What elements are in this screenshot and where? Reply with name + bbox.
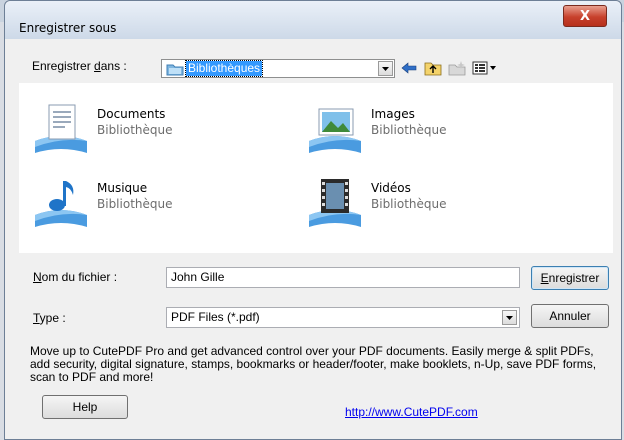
help-button[interactable]: Help [42,395,128,419]
library-name: Musique [97,181,148,195]
library-name: Documents [97,107,166,121]
save-in-value: Bibliothèques [184,60,264,77]
file-type-select[interactable]: PDF Files (*.pdf) [166,307,520,328]
save-button[interactable]: Enregistrer [531,266,609,290]
dialog-title: Enregistrer sous [19,21,117,35]
library-item-images[interactable]: Images Bibliothèque [307,101,567,163]
file-type-value: PDF Files (*.pdf) [171,310,260,324]
library-item-music[interactable]: Musique Bibliothèque [33,175,293,237]
promo-text: Move up to CutePDF Pro and get advanced … [30,344,597,384]
up-folder-icon[interactable] [423,59,443,77]
documents-library-icon [35,104,87,153]
library-view: Documents Bibliothèque Images Bibliothèq… [19,83,613,253]
library-type: Bibliothèque [371,197,447,211]
file-name-label: Nom du fichier : [33,270,118,284]
save-in-label: Enregistrer dans : [32,59,127,73]
library-type: Bibliothèque [97,123,173,137]
library-name: Images [371,107,415,121]
cutepdf-link[interactable]: http://www.CutePDF.com [345,405,478,419]
chevron-down-icon[interactable] [502,310,517,325]
file-type-label: Type : [33,311,66,325]
library-name: Vidéos [371,181,411,195]
libraries-folder-icon [166,64,184,76]
dialog-body: Enregistrer dans : Bibliothèques Documen… [11,39,615,439]
music-library-icon [35,181,87,227]
view-menu-icon[interactable] [471,59,499,77]
images-library-icon [309,108,361,153]
new-folder-icon[interactable] [447,59,467,77]
chevron-down-icon[interactable] [378,61,393,76]
save-in-dropdown[interactable]: Bibliothèques [161,59,395,78]
library-type: Bibliothèque [371,123,447,137]
videos-library-icon [309,179,361,227]
cancel-button[interactable]: Annuler [531,304,609,328]
back-arrow-icon[interactable] [399,59,419,77]
close-button[interactable]: X [563,5,607,27]
title-bar[interactable]: Enregistrer sous X [5,1,621,39]
library-item-documents[interactable]: Documents Bibliothèque [33,101,293,163]
save-as-dialog: Enregistrer sous X Enregistrer dans : Bi… [4,0,622,440]
file-name-input[interactable]: John Gille [166,267,520,288]
library-type: Bibliothèque [97,197,173,211]
library-item-videos[interactable]: Vidéos Bibliothèque [307,175,567,237]
close-icon: X [579,8,591,24]
